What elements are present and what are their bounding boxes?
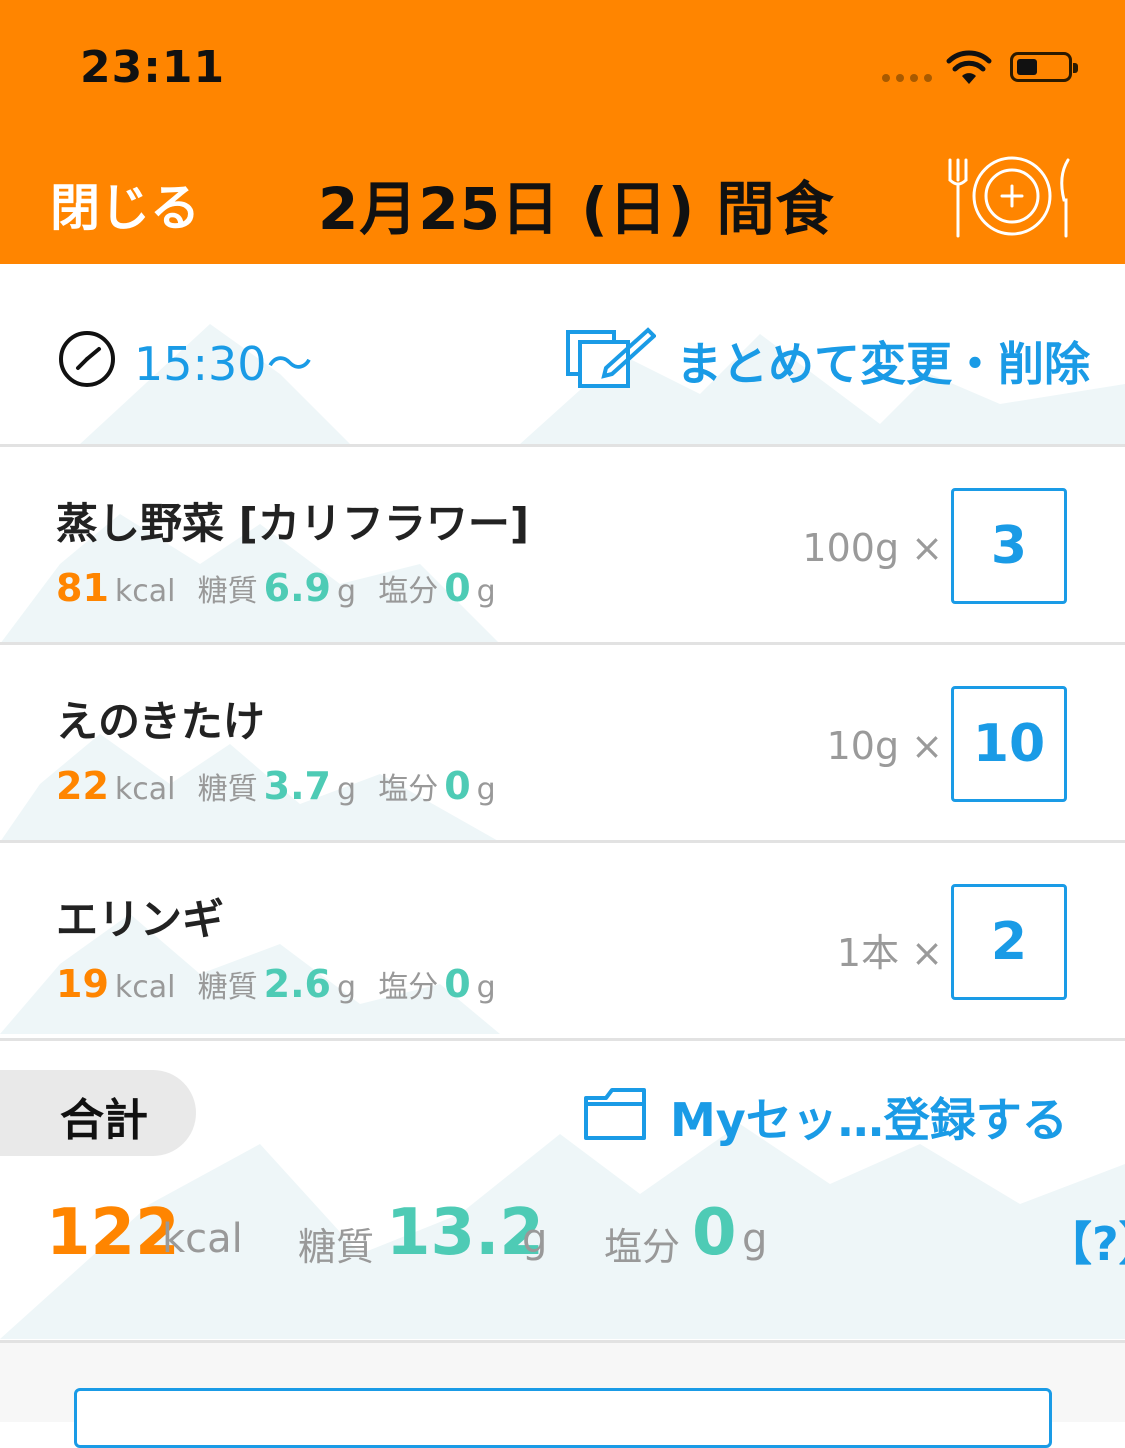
total-salt-value: 0 [692, 1196, 737, 1270]
salt-value: 0 [444, 962, 471, 1006]
total-label: 合計 [60, 1095, 148, 1146]
food-name: えのきたけ [56, 697, 265, 746]
total-salt-unit: g [742, 1216, 768, 1262]
kcal-value: 19 [56, 962, 109, 1006]
app-header: 23:11 閉じる 2月25日 (日) 間食 [0, 0, 1125, 264]
register-myset-button[interactable]: Myセッ…登録する [670, 1084, 1068, 1150]
serving-unit: 100g × [802, 526, 943, 570]
bulk-edit-button[interactable]: まとめて変更・削除 [676, 328, 1090, 394]
status-time: 23:11 [80, 42, 226, 93]
wifi-icon [946, 50, 992, 84]
divider [0, 1038, 1125, 1041]
help-button[interactable]: 【?】 [1046, 1208, 1125, 1274]
salt-label: 塩分 [378, 970, 439, 1005]
food-item[interactable]: エリンギ 19 kcal 糖質 2.6 g 塩分 0 g 1本 × 2 [0, 842, 1125, 1038]
food-name: エリンギ [56, 895, 225, 944]
total-carb-value: 13.2 [386, 1196, 544, 1270]
quantity-field[interactable]: 3 [951, 488, 1067, 604]
salt-value: 0 [444, 566, 471, 610]
carb-unit: g [336, 574, 357, 609]
close-button[interactable]: 閉じる [50, 168, 200, 240]
total-salt-label: 塩分 [604, 1225, 681, 1269]
salt-label: 塩分 [378, 772, 439, 807]
serving-unit: 1本 × [836, 931, 943, 975]
kcal-unit: kcal [114, 772, 176, 807]
carb-label: 糖質 [197, 970, 258, 1005]
signal-icon [882, 74, 932, 82]
total-carb-label: 糖質 [298, 1225, 375, 1269]
total-kcal-unit: kcal [162, 1216, 243, 1262]
kcal-value: 22 [56, 764, 109, 808]
food-name: 蒸し野菜 [カリフラワー] [56, 499, 530, 548]
nutrition-summary: 81 kcal 糖質 6.9 g 塩分 0 g [56, 566, 502, 610]
salt-unit: g [476, 574, 496, 609]
food-item[interactable]: 蒸し野菜 [カリフラワー] 81 kcal 糖質 6.9 g 塩分 0 g 100g × … [0, 446, 1125, 642]
page-title: 2月25日 (日) 間食 [318, 175, 835, 243]
kcal-value: 81 [56, 566, 109, 610]
salt-unit: g [476, 970, 496, 1005]
carb-value: 3.7 [263, 764, 331, 808]
kcal-unit: kcal [114, 970, 176, 1005]
serving-unit: 10g × [826, 724, 943, 768]
salt-label: 塩分 [378, 574, 439, 609]
plate-cutlery-plus-icon[interactable] [944, 156, 1076, 240]
salt-value: 0 [444, 764, 471, 808]
carb-unit: g [336, 970, 357, 1005]
carb-label: 糖質 [197, 772, 258, 807]
food-item[interactable]: えのきたけ 22 kcal 糖質 3.7 g 塩分 0 g 10g × 10 [0, 644, 1125, 840]
quantity-field[interactable]: 2 [951, 884, 1067, 1000]
nutrition-summary: 19 kcal 糖質 2.6 g 塩分 0 g [56, 962, 502, 1006]
folder-icon[interactable] [584, 1086, 648, 1142]
meal-time[interactable]: 15:30〜 [134, 328, 313, 394]
carb-value: 2.6 [263, 962, 331, 1006]
total-kcal-value: 122 [46, 1196, 180, 1270]
clock-icon [59, 331, 115, 387]
kcal-unit: kcal [114, 574, 176, 609]
nutrition-summary: 22 kcal 糖質 3.7 g 塩分 0 g [56, 764, 502, 808]
total-carb-unit: g [522, 1216, 548, 1262]
carb-label: 糖質 [197, 574, 258, 609]
quantity-field[interactable]: 10 [951, 686, 1067, 802]
food-input-box[interactable] [74, 1388, 1052, 1448]
salt-unit: g [476, 772, 496, 807]
edit-icon[interactable] [566, 326, 656, 390]
battery-icon [1010, 52, 1078, 82]
carb-value: 6.9 [263, 566, 331, 610]
carb-unit: g [336, 772, 357, 807]
